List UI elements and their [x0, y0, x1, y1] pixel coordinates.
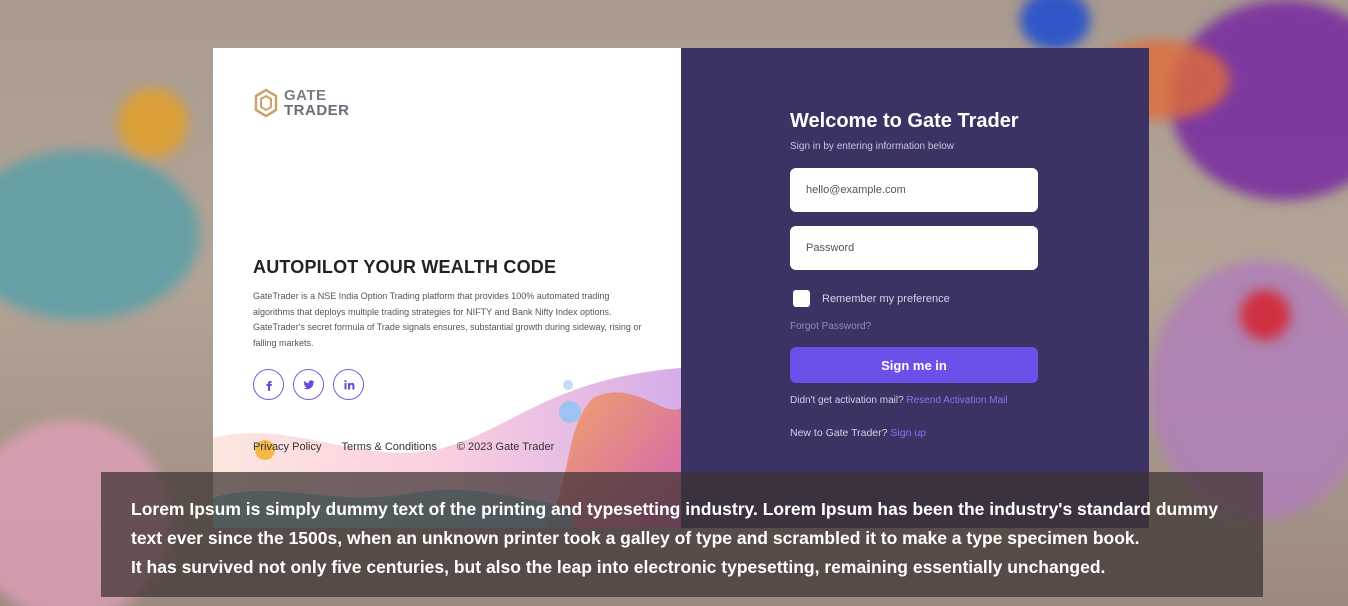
bg-blob [118, 88, 188, 158]
hero-description: GateTrader is a NSE India Option Trading… [253, 291, 642, 348]
activation-row: Didn't get activation mail? Resend Activ… [790, 395, 1149, 406]
footer-links: Privacy Policy Terms & Conditions © 2023… [253, 441, 554, 453]
logo-line2: TRADER [284, 102, 350, 119]
signup-row: New to Gate Trader? Sign up [790, 427, 1149, 439]
login-panel: Welcome to Gate Trader Sign in by enteri… [681, 48, 1149, 528]
hero-headline: AUTOPILOT YOUR WEALTH CODE [253, 257, 557, 277]
copyright-text: © 2023 Gate Trader [456, 441, 555, 453]
password-field[interactable] [790, 226, 1038, 270]
privacy-policy-link[interactable]: Privacy Policy [253, 441, 321, 453]
caption-line-2: It has survived not only five centuries,… [131, 557, 1106, 577]
caption-overlay: Lorem Ipsum is simply dummy text of the … [101, 472, 1263, 597]
login-subtitle: Sign in by entering information below [790, 141, 954, 152]
resend-activation-link[interactable]: Resend Activation Mail [906, 395, 1007, 406]
bg-blob [1240, 290, 1290, 340]
logo-line1: GATE [284, 87, 327, 104]
terms-link[interactable]: Terms & Conditions [341, 441, 436, 453]
login-card: GATE TRADER AUTOPILOT YOUR WEALTH CODE G… [213, 48, 1149, 528]
bg-blob [1020, 0, 1090, 50]
logo[interactable]: GATE TRADER [254, 88, 350, 118]
forgot-password-link[interactable]: Forgot Password? [790, 321, 1149, 332]
bg-blob [0, 150, 200, 320]
info-panel: GATE TRADER AUTOPILOT YOUR WEALTH CODE G… [213, 48, 681, 528]
activation-text: Didn't get activation mail? [790, 395, 907, 406]
hexagon-logo-icon [254, 88, 278, 118]
signup-link[interactable]: Sign up [890, 427, 926, 439]
remember-row: Remember my preference [790, 290, 1149, 307]
sign-in-button[interactable]: Sign me in [790, 347, 1038, 383]
remember-label[interactable]: Remember my preference [822, 293, 950, 305]
caption-line-1: Lorem Ipsum is simply dummy text of the … [131, 499, 1219, 548]
login-title: Welcome to Gate Trader [790, 110, 1019, 132]
email-field[interactable] [790, 168, 1038, 212]
new-user-text: New to Gate Trader? [790, 427, 891, 439]
remember-checkbox[interactable] [793, 290, 810, 307]
